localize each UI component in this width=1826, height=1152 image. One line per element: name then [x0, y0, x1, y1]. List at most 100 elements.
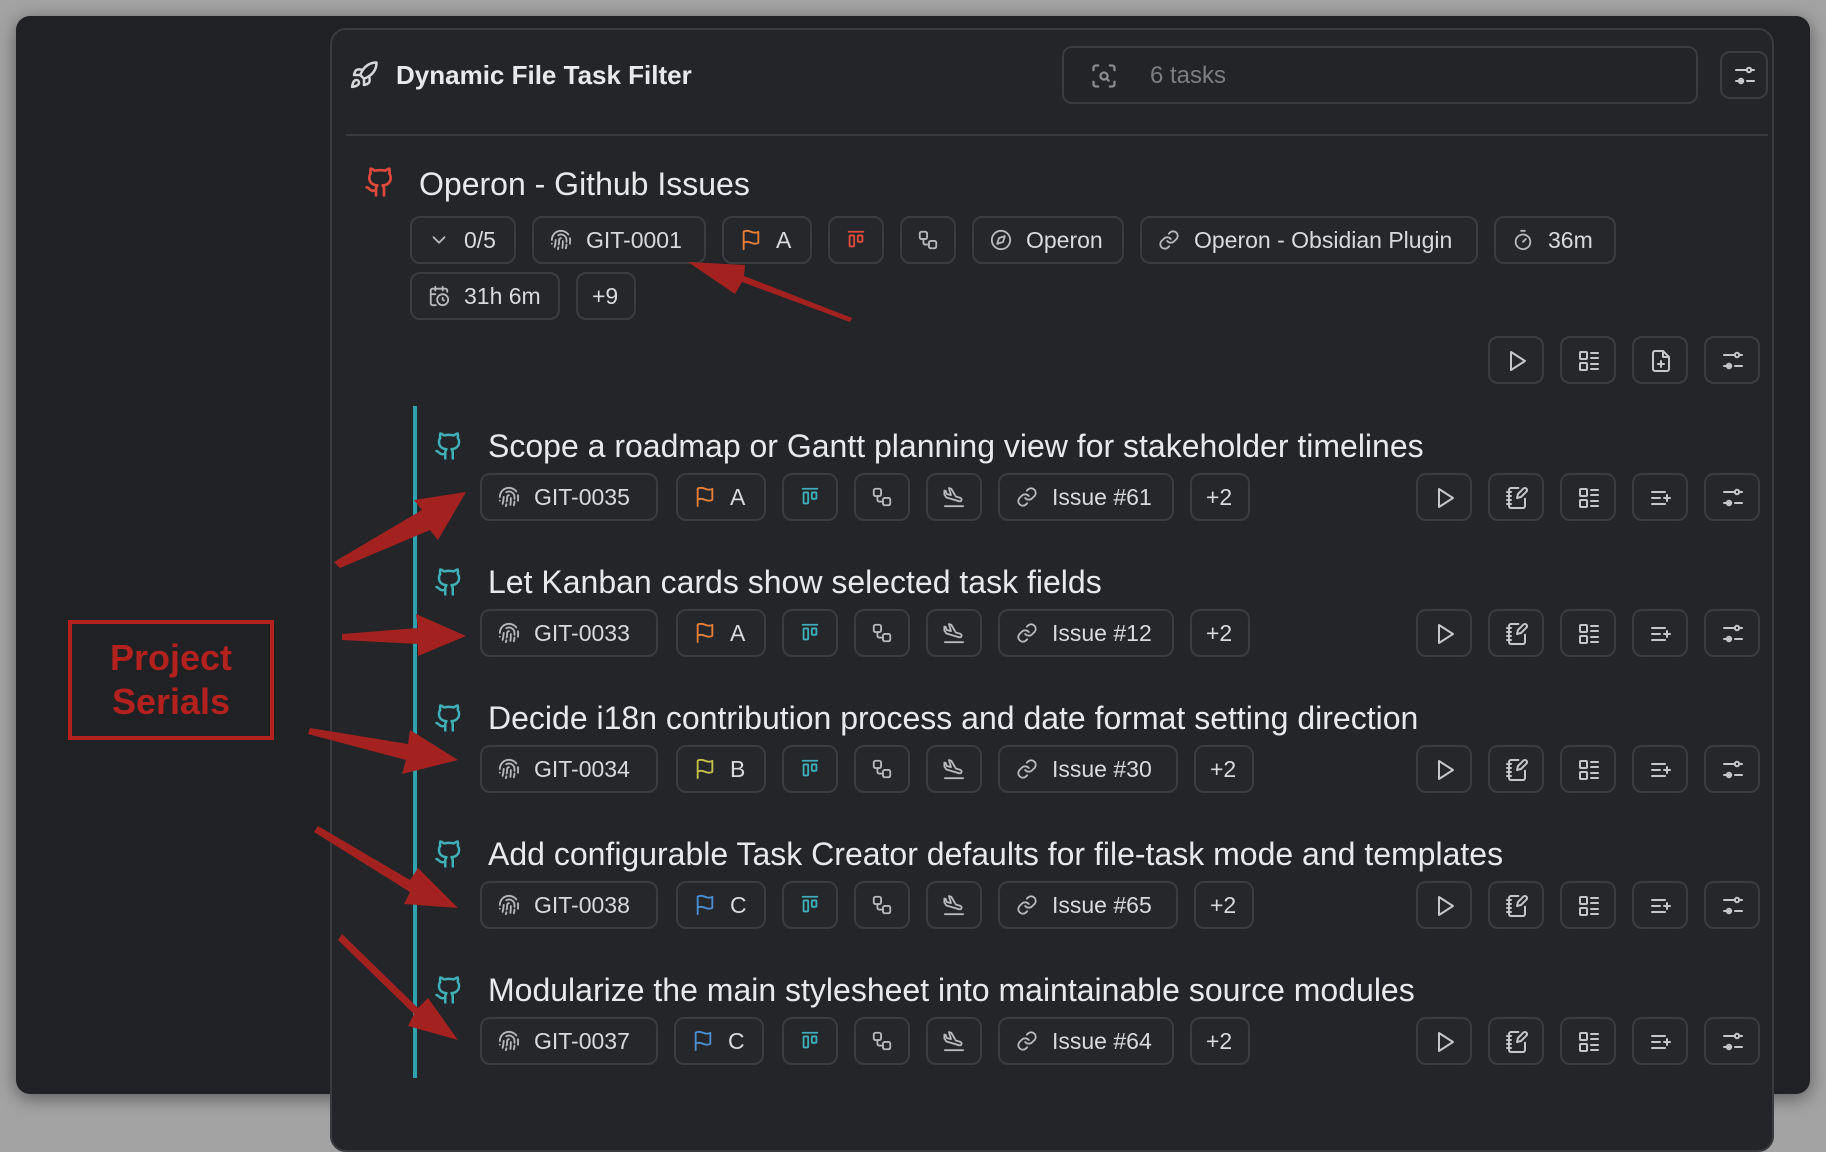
- dependency-chip[interactable]: [900, 216, 956, 264]
- list-view-button[interactable]: [1560, 473, 1616, 521]
- subtask-progress-toggle[interactable]: 0/5: [410, 216, 516, 264]
- plane-landing-icon-svg: [943, 487, 965, 508]
- task-title[interactable]: Scope a roadmap or Gantt planning view f…: [488, 426, 1424, 466]
- priority-chip[interactable]: C: [676, 881, 766, 929]
- link-icon: [1016, 486, 1038, 508]
- completion-chip[interactable]: [926, 473, 982, 521]
- start-timer-button[interactable]: [1416, 745, 1472, 793]
- plane-landing-icon: [943, 758, 965, 780]
- more-fields-chip[interactable]: +2: [1194, 881, 1254, 929]
- list-view-button[interactable]: [1560, 745, 1616, 793]
- flag-icon-svg: [696, 622, 714, 644]
- plane-landing-icon: [943, 622, 965, 644]
- serial-chip[interactable]: GIT-0038: [480, 881, 658, 929]
- issue-link-chip[interactable]: Issue #12: [998, 609, 1174, 657]
- kanban-status-chip[interactable]: [782, 745, 838, 793]
- list-view-button[interactable]: [1560, 336, 1616, 384]
- kanban-status-chip[interactable]: [782, 473, 838, 521]
- serial-chip[interactable]: GIT-0034: [480, 745, 658, 793]
- add-subtask-button[interactable]: [1632, 473, 1688, 521]
- dependency-chip[interactable]: [854, 1017, 910, 1065]
- task-settings-button[interactable]: [1704, 336, 1760, 384]
- start-timer-button[interactable]: [1488, 336, 1544, 384]
- completion-chip[interactable]: [926, 609, 982, 657]
- kanban-icon: [845, 229, 867, 251]
- task-settings-button[interactable]: [1704, 745, 1760, 793]
- serial-chip[interactable]: GIT-0035: [480, 473, 658, 521]
- time-spent-chip[interactable]: 31h 6m: [410, 272, 560, 320]
- estimate-chip[interactable]: 36m: [1494, 216, 1616, 264]
- more-fields-chip[interactable]: +2: [1190, 473, 1250, 521]
- start-timer-button[interactable]: [1416, 609, 1472, 657]
- priority-chip[interactable]: A: [676, 609, 766, 657]
- issue-link-chip[interactable]: Issue #64: [998, 1017, 1174, 1065]
- add-subtask-button[interactable]: [1632, 745, 1688, 793]
- issue-link-chip[interactable]: Issue #30: [998, 745, 1178, 793]
- search-input[interactable]: [1148, 56, 1672, 96]
- edit-task-button[interactable]: [1488, 1017, 1544, 1065]
- serial-chip[interactable]: GIT-0033: [480, 609, 658, 657]
- task-settings-button[interactable]: [1704, 881, 1760, 929]
- more-label: +2: [1210, 755, 1237, 782]
- flag-icon: [694, 486, 716, 508]
- kanban-icon: [799, 758, 821, 780]
- kanban-status-chip[interactable]: [782, 881, 838, 929]
- more-fields-chip[interactable]: +2: [1194, 745, 1254, 793]
- task-title[interactable]: Decide i18n contribution process and dat…: [488, 698, 1418, 738]
- github-icon-svg: [435, 568, 461, 596]
- kanban-status-chip[interactable]: [782, 1017, 838, 1065]
- task-title[interactable]: Let Kanban cards show selected task fiel…: [488, 562, 1102, 602]
- dependency-chip[interactable]: [854, 881, 910, 929]
- start-timer-button[interactable]: [1416, 473, 1472, 521]
- notebook-pen-icon-svg: [1506, 623, 1528, 645]
- issue-link-chip[interactable]: Issue #61: [998, 473, 1174, 521]
- issue-link-chip[interactable]: Issue #65: [998, 881, 1178, 929]
- search-box[interactable]: [1062, 46, 1698, 104]
- list-view-button[interactable]: [1560, 609, 1616, 657]
- add-subtask-button[interactable]: [1632, 1017, 1688, 1065]
- edit-task-button[interactable]: [1488, 609, 1544, 657]
- dependency-chip[interactable]: [854, 745, 910, 793]
- edit-task-button[interactable]: [1488, 745, 1544, 793]
- serial-chip[interactable]: GIT-0001: [532, 216, 706, 264]
- dependency-chip[interactable]: [854, 473, 910, 521]
- sliders-icon-svg: [1723, 1032, 1743, 1051]
- more-fields-chip[interactable]: +2: [1190, 609, 1250, 657]
- task-settings-button[interactable]: [1704, 609, 1760, 657]
- add-subtask-button[interactable]: [1632, 881, 1688, 929]
- priority-label: C: [730, 891, 747, 918]
- add-subtask-button[interactable]: [1632, 609, 1688, 657]
- completion-chip[interactable]: [926, 745, 982, 793]
- more-fields-chip[interactable]: +2: [1190, 1017, 1250, 1065]
- start-timer-button[interactable]: [1416, 881, 1472, 929]
- task-title[interactable]: Add configurable Task Creator defaults f…: [488, 834, 1503, 874]
- completion-chip[interactable]: [926, 1017, 982, 1065]
- task-settings-button[interactable]: [1704, 473, 1760, 521]
- edit-task-button[interactable]: [1488, 881, 1544, 929]
- dependency-chip[interactable]: [854, 609, 910, 657]
- filter-settings-button[interactable]: [1720, 51, 1768, 99]
- issue-link-label: Issue #65: [1052, 891, 1152, 918]
- priority-chip[interactable]: B: [676, 745, 766, 793]
- edit-task-button[interactable]: [1488, 473, 1544, 521]
- kanban-status-chip[interactable]: [782, 609, 838, 657]
- area-chip[interactable]: Operon: [972, 216, 1124, 264]
- list-icon-svg: [1579, 1032, 1599, 1052]
- priority-label: C: [728, 1027, 745, 1054]
- serial-chip[interactable]: GIT-0037: [480, 1017, 658, 1065]
- priority-chip[interactable]: A: [722, 216, 812, 264]
- task-settings-button[interactable]: [1704, 1017, 1760, 1065]
- play-icon-svg: [1438, 760, 1454, 780]
- start-timer-button[interactable]: [1416, 1017, 1472, 1065]
- kanban-status-chip[interactable]: [828, 216, 884, 264]
- completion-chip[interactable]: [926, 881, 982, 929]
- task-title[interactable]: Modularize the main stylesheet into main…: [488, 970, 1415, 1010]
- list-view-button[interactable]: [1560, 881, 1616, 929]
- priority-chip[interactable]: C: [674, 1017, 764, 1065]
- project-chip[interactable]: Operon - Obsidian Plugin: [1140, 216, 1478, 264]
- new-file-button[interactable]: [1632, 336, 1688, 384]
- priority-chip[interactable]: A: [676, 473, 766, 521]
- parent-task-title[interactable]: Operon - Github Issues: [419, 164, 750, 204]
- more-fields-chip[interactable]: +9: [576, 272, 636, 320]
- list-view-button[interactable]: [1560, 1017, 1616, 1065]
